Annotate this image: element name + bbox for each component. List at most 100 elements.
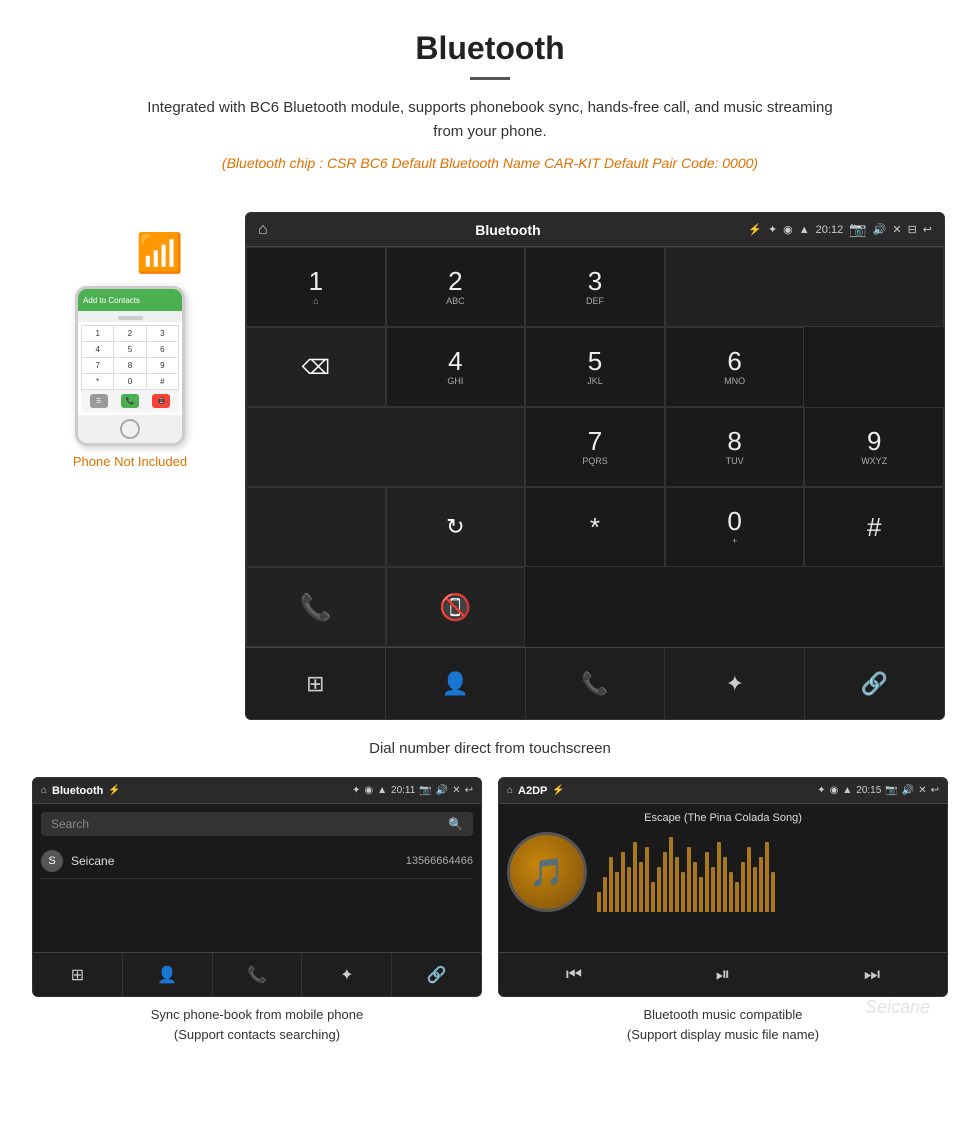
pb-link-btn[interactable]: 🔗 <box>392 953 481 996</box>
pb-home-icon[interactable]: ⌂ <box>41 785 47 796</box>
viz-bar <box>681 872 685 912</box>
phone-key-6[interactable]: 6 <box>147 342 178 357</box>
pb-close-icon[interactable]: ✕ <box>452 785 460 796</box>
viz-bar <box>675 857 679 912</box>
search-bar[interactable]: Search 🔍 <box>41 812 473 836</box>
link-toolbar-btn[interactable]: 🔗 <box>805 648 944 719</box>
minimize-icon[interactable]: ⊟ <box>908 223 917 236</box>
search-icon: 🔍 <box>448 817 463 831</box>
dial-toolbar: ⊞ 👤 📞 ✦ 🔗 <box>246 647 944 719</box>
viz-bar <box>759 857 763 912</box>
prev-btn[interactable]: ⏮ <box>556 964 592 985</box>
music-title-bar: A2DP <box>518 785 547 797</box>
music-content: 🎵 <box>507 832 939 944</box>
phone-home-button[interactable] <box>120 419 140 439</box>
play-pause-btn[interactable]: ⏯ <box>706 964 740 985</box>
dial-end-btn[interactable]: 📵 <box>386 567 526 647</box>
album-art: 🎵 <box>507 832 587 912</box>
music-usb-icon: ⚡ <box>552 785 564 796</box>
pb-contacts-btn[interactable]: 👤 <box>123 953 213 996</box>
dial-screen-caption: Dial number direct from touchscreen <box>0 730 980 777</box>
phone-app-label: Add to Contacts <box>83 296 140 305</box>
dial-key-7[interactable]: 7 PQRS <box>525 407 665 487</box>
pb-dialpad-btn[interactable]: ⊞ <box>33 953 123 996</box>
phone-key-0[interactable]: 0 <box>114 374 145 389</box>
viz-bar <box>741 862 745 912</box>
pb-back-icon[interactable]: ↩ <box>465 785 473 796</box>
pb-signal-icon: ▲ <box>377 785 387 796</box>
phone-key-star[interactable]: * <box>82 374 113 389</box>
phone-end-btn[interactable]: 📵 <box>152 394 170 408</box>
phone-bottom-row: ☰ 📞 📵 <box>81 390 179 412</box>
volume-icon: 🔊 <box>873 223 887 236</box>
next-btn[interactable]: ⏭ <box>854 964 890 985</box>
bluetooth-toolbar-btn[interactable]: ✦ <box>665 648 805 719</box>
dial-key-star[interactable]: * <box>525 487 665 567</box>
dial-key-5[interactable]: 5 JKL <box>525 327 665 407</box>
dial-backspace[interactable]: ⌫ <box>246 327 386 407</box>
dial-key-hash[interactable]: # <box>804 487 944 567</box>
dial-key-0[interactable]: 0 + <box>665 487 805 567</box>
music-toolbar: ⏮ ⏯ ⏭ <box>499 952 947 996</box>
dial-key-8[interactable]: 8 TUV <box>665 407 805 487</box>
bluetooth-specs: (Bluetooth chip : CSR BC6 Default Blueto… <box>140 152 840 174</box>
back-icon[interactable]: ↩ <box>923 223 932 236</box>
dial-key-2[interactable]: 2 ABC <box>386 247 526 327</box>
viz-bar <box>597 892 601 912</box>
pb-title: Bluetooth <box>52 785 103 797</box>
dial-key-9[interactable]: 9 WXYZ <box>804 407 944 487</box>
phone-key-7[interactable]: 7 <box>82 358 113 373</box>
dial-refresh[interactable]: ↻ <box>386 487 526 567</box>
viz-bar <box>663 852 667 912</box>
dial-screen-title: Bluetooth <box>475 222 540 238</box>
pb-phone-btn[interactable]: 📞 <box>213 953 303 996</box>
phone-toolbar-btn[interactable]: 📞 <box>526 648 666 719</box>
pb-usb-icon: ⚡ <box>108 785 120 796</box>
dial-key-1[interactable]: 1 ⌂ <box>246 247 386 327</box>
dial-call-btn[interactable]: 📞 <box>246 567 386 647</box>
location-icon: ◉ <box>783 223 793 236</box>
dial-key-3[interactable]: 3 DEF <box>525 247 665 327</box>
phonebook-caption: Sync phone-book from mobile phone (Suppo… <box>32 997 482 1048</box>
phone-call-btn[interactable]: 📞 <box>121 394 139 408</box>
dialpad-toolbar-btn[interactable]: ⊞ <box>246 648 386 719</box>
contacts-toolbar-btn[interactable]: 👤 <box>386 648 526 719</box>
signal-icon: ▲ <box>799 224 810 236</box>
page-header: Bluetooth Integrated with BC6 Bluetooth … <box>0 0 980 192</box>
contact-avatar: S <box>41 850 63 872</box>
music-screen: ⌂ A2DP ⚡ ✦ ◉ ▲ 20:15 📷 🔊 ✕ ↩ Escape (The <box>498 777 948 997</box>
music-bt-icon: ✦ <box>817 785 825 796</box>
end-call-icon: 📵 <box>439 592 471 623</box>
contact-row[interactable]: S Seicane 13566664466 <box>41 844 473 879</box>
phone-key-9[interactable]: 9 <box>147 358 178 373</box>
phone-key-8[interactable]: 8 <box>114 358 145 373</box>
viz-bar <box>771 872 775 912</box>
search-placeholder: Search <box>51 817 89 831</box>
phone-key-hash[interactable]: # <box>147 374 178 389</box>
home-icon[interactable]: ⌂ <box>258 221 268 239</box>
music-body: Escape (The Pina Colada Song) 🎵 <box>499 804 947 952</box>
dial-key-4[interactable]: 4 GHI <box>386 327 526 407</box>
music-close-icon[interactable]: ✕ <box>918 785 926 796</box>
contact-number: 13566664466 <box>406 855 473 867</box>
phone-key-5[interactable]: 5 <box>114 342 145 357</box>
music-status-bar: ⌂ A2DP ⚡ ✦ ◉ ▲ 20:15 📷 🔊 ✕ ↩ <box>499 778 947 804</box>
dial-key-6[interactable]: 6 MNO <box>665 327 805 407</box>
music-visualizer <box>597 832 939 912</box>
phone-key-4[interactable]: 4 <box>82 342 113 357</box>
phone-mock: Add to Contacts 1 2 3 4 5 6 7 8 9 * 0 # <box>75 286 185 446</box>
phone-key-3[interactable]: 3 <box>147 326 178 341</box>
phone-key-1[interactable]: 1 <box>82 326 113 341</box>
phonebook-screen: ⌂ Bluetooth ⚡ ✦ ◉ ▲ 20:11 📷 🔊 ✕ ↩ <box>32 777 482 997</box>
bottom-row: ⌂ Bluetooth ⚡ ✦ ◉ ▲ 20:11 📷 🔊 ✕ ↩ <box>0 777 980 1068</box>
call-icon: 📞 <box>300 592 332 623</box>
close-icon[interactable]: ✕ <box>892 223 901 236</box>
phonebook-item: ⌂ Bluetooth ⚡ ✦ ◉ ▲ 20:11 📷 🔊 ✕ ↩ <box>32 777 482 1048</box>
pb-bluetooth-btn[interactable]: ✦ <box>302 953 392 996</box>
viz-bar <box>639 862 643 912</box>
status-left: ⌂ <box>258 221 268 239</box>
middle-section: 📶 Add to Contacts 1 2 3 4 5 6 7 8 9 * 0 <box>0 192 980 730</box>
music-home-icon[interactable]: ⌂ <box>507 785 513 796</box>
music-back-icon[interactable]: ↩ <box>931 785 939 796</box>
phone-key-2[interactable]: 2 <box>114 326 145 341</box>
